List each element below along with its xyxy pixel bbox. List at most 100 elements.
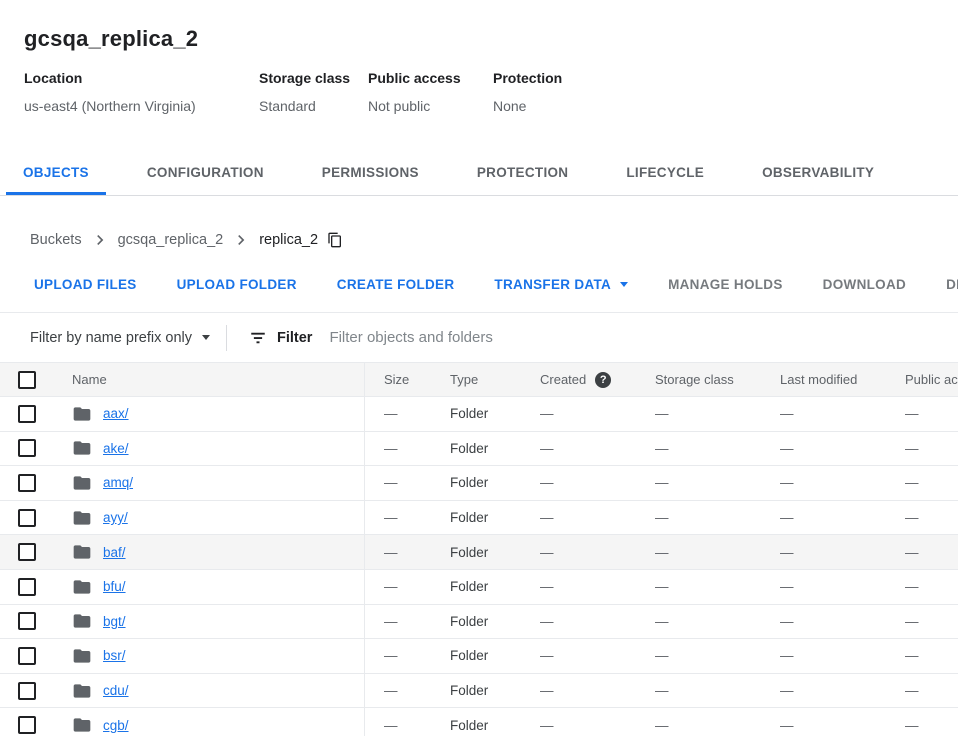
row-checkbox[interactable] [18,647,36,665]
storage-class-cell: — [655,475,780,490]
folder-link[interactable]: ayy/ [103,510,128,525]
transfer-data-button[interactable]: TRANSFER DATA [494,277,628,292]
folder-link[interactable]: cgb/ [103,718,129,733]
help-icon[interactable]: ? [595,372,611,388]
table-row: ake/ — Folder — — — — [0,432,958,467]
row-checkbox[interactable] [18,543,36,561]
last-modified-cell: — [780,683,905,698]
last-modified-cell: — [780,510,905,525]
created-cell: — [540,510,655,525]
size-cell: — [364,397,450,431]
row-checkbox[interactable] [18,682,36,700]
storage-class-cell: — [655,579,780,594]
tab-protection[interactable]: PROTECTION [460,150,586,195]
folder-link[interactable]: ake/ [103,441,129,456]
storage-class-cell: — [655,406,780,421]
name-cell: cdu/ [56,681,364,701]
filter-scope-dropdown[interactable]: Filter by name prefix only [30,330,210,346]
type-cell: Folder [450,545,540,560]
upload-folder-button[interactable]: UPLOAD FOLDER [177,277,297,292]
created-label: Created [540,372,586,387]
row-checkbox[interactable] [18,716,36,734]
public-access-cell: — [905,545,958,560]
content-copy-icon [327,232,343,248]
object-toolbar: UPLOAD FILES UPLOAD FOLDER CREATE FOLDER… [0,250,958,292]
table-row: baf/ — Folder — — — — [0,535,958,570]
folder-link[interactable]: bsr/ [103,648,126,663]
table-row: bgt/ — Folder — — — — [0,605,958,640]
created-cell: — [540,614,655,629]
public-access-cell: — [905,648,958,663]
column-header-type[interactable]: Type [450,372,540,387]
download-button: DOWNLOAD [823,277,906,292]
created-cell: — [540,475,655,490]
column-header-storage-class[interactable]: Storage class [655,372,780,387]
public-access-cell: — [905,475,958,490]
filter-input[interactable] [329,329,958,346]
objects-table: Name Size Type Created ? Storage class L… [0,362,958,736]
size-cell: — [364,639,450,673]
filter-scope-label: Filter by name prefix only [30,330,192,346]
tab-observability[interactable]: OBSERVABILITY [745,150,891,195]
tab-permissions[interactable]: PERMISSIONS [305,150,436,195]
name-cell: ake/ [56,438,364,458]
select-all-cell [0,363,56,396]
size-cell: — [364,535,450,569]
name-cell: aax/ [56,404,364,424]
folder-link[interactable]: bfu/ [103,579,126,594]
row-checkbox-cell [0,674,56,708]
name-cell: ayy/ [56,508,364,528]
object-table-body: aax/ — Folder — — — — ake/ — Folder — — … [0,397,958,736]
meta-protection: Protection None [493,70,562,114]
bucket-header: gcsqa_replica_2 Location us-east4 (North… [0,0,958,114]
created-cell: — [540,579,655,594]
folder-link[interactable]: cdu/ [103,683,129,698]
bucket-meta: Location us-east4 (Northern Virginia) St… [24,70,934,114]
row-checkbox-cell [0,570,56,604]
row-checkbox[interactable] [18,509,36,527]
type-cell: Folder [450,441,540,456]
meta-public-access-value: Not public [368,98,493,114]
last-modified-cell: — [780,614,905,629]
size-cell: — [364,501,450,535]
row-checkbox-cell [0,501,56,535]
copy-path-button[interactable] [327,232,343,248]
table-row: ayy/ — Folder — — — — [0,501,958,536]
filter-bar: Filter by name prefix only Filter [0,313,958,362]
column-header-created[interactable]: Created ? [540,372,655,388]
row-checkbox[interactable] [18,612,36,630]
select-all-checkbox[interactable] [18,371,36,389]
folder-icon [72,611,92,631]
row-checkbox[interactable] [18,439,36,457]
column-header-last-modified[interactable]: Last modified [780,372,905,387]
folder-link[interactable]: baf/ [103,545,126,560]
type-cell: Folder [450,648,540,663]
row-checkbox[interactable] [18,578,36,596]
name-cell: bfu/ [56,577,364,597]
table-row: bsr/ — Folder — — — — [0,639,958,674]
table-row: amq/ — Folder — — — — [0,466,958,501]
tab-configuration[interactable]: CONFIGURATION [130,150,281,195]
folder-link[interactable]: amq/ [103,475,133,490]
storage-class-cell: — [655,718,780,733]
column-header-public-access[interactable]: Public access [905,372,958,387]
column-header-size[interactable]: Size [364,363,450,396]
type-cell: Folder [450,683,540,698]
meta-public-access-label: Public access [368,70,493,86]
folder-link[interactable]: aax/ [103,406,129,421]
type-cell: Folder [450,406,540,421]
create-folder-button[interactable]: CREATE FOLDER [337,277,455,292]
row-checkbox[interactable] [18,474,36,492]
row-checkbox-cell [0,535,56,569]
size-cell: — [364,674,450,708]
upload-files-button[interactable]: UPLOAD FILES [34,277,137,292]
breadcrumb-bucket-link[interactable]: gcsqa_replica_2 [118,232,224,248]
last-modified-cell: — [780,579,905,594]
column-header-name[interactable]: Name [56,372,364,387]
folder-link[interactable]: bgt/ [103,614,126,629]
tab-lifecycle[interactable]: LIFECYCLE [609,150,721,195]
folder-icon [72,681,92,701]
row-checkbox[interactable] [18,405,36,423]
tab-objects[interactable]: OBJECTS [6,150,106,195]
breadcrumb-buckets-link[interactable]: Buckets [30,232,82,248]
